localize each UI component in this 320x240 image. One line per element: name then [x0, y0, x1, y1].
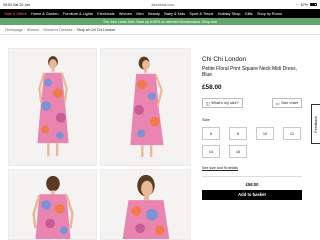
woman-side-illustration	[130, 56, 164, 160]
status-right: ◠ 67%	[296, 3, 317, 7]
size-fit-details-link[interactable]: See size and fit details	[202, 166, 302, 170]
nav-item-baby-kids[interactable]: Baby & Kids	[162, 12, 187, 16]
nav-item-furniture-lights[interactable]: Furniture & Lights	[61, 12, 95, 16]
breadcrumb: Homepage › Women › Women's Dresses › Shop all …	[0, 25, 320, 35]
breadcrumb-separator-icon: ›	[24, 27, 26, 32]
status-bar: 09:50 Sat 20 Jan johnlewis.com ◠ 67%	[0, 0, 320, 9]
woman-front-illustration	[37, 56, 69, 159]
whats-my-size-button[interactable]: ◫ What's my size?	[202, 98, 243, 109]
nav-item-gifts[interactable]: Gifts	[243, 12, 255, 16]
size-option-16[interactable]: 16	[229, 145, 247, 159]
woman-back-illustration	[32, 175, 74, 239]
woman-closeup-illustration	[122, 174, 170, 239]
size-help-row: ◫ What's my size? ▭ Size chart	[202, 98, 302, 109]
size-heading: Size	[202, 117, 210, 123]
nav-item-holiday-shop[interactable]: Holiday Shop	[216, 12, 243, 16]
add-to-basket-button[interactable]: Add to basket	[202, 189, 302, 200]
wifi-icon: ◠	[295, 2, 299, 7]
product-price: £58.00	[202, 84, 222, 92]
size-option-10[interactable]: 10	[256, 127, 274, 141]
basket-price: £58.00	[245, 181, 259, 187]
tape-measure-icon: ◫	[206, 100, 210, 106]
product-info: Chi Chi London Petite Floral Print Squar…	[202, 56, 302, 200]
breadcrumb-item[interactable]: Women	[27, 28, 39, 32]
ruler-icon: ▭	[275, 100, 280, 106]
size-chart-label: Size chart	[281, 101, 298, 106]
breadcrumb-item[interactable]: Women's Dresses	[43, 28, 72, 32]
status-date: Sat 20 Jan	[13, 2, 31, 7]
nav-item-women[interactable]: Women	[117, 12, 134, 16]
product-gallery	[8, 48, 191, 240]
battery-icon	[309, 3, 317, 6]
breadcrumb-separator-icon: ›	[73, 27, 76, 32]
whats-my-size-label: What's my size?	[211, 101, 239, 106]
breadcrumb-item[interactable]: Shop all Chi Chi London	[77, 28, 116, 32]
feedback-label: Feedback	[314, 115, 318, 133]
nav-item-shop-by-room[interactable]: Shop by Room	[255, 12, 285, 16]
nav-item-electricals[interactable]: Electricals	[95, 12, 117, 16]
main-nav: Sale & Offers Home & Garden Furniture & Li…	[0, 9, 320, 18]
promo-banner[interactable]: The John Lewis Sale. Save up to 60% on s…	[0, 18, 320, 25]
product-image-back[interactable]	[8, 169, 97, 240]
nav-item-sport-travel[interactable]: Sport & Travel	[187, 12, 215, 16]
size-option-12[interactable]: 12	[283, 127, 301, 141]
feedback-tab[interactable]: Feedback	[311, 104, 320, 144]
address-bar-url[interactable]: johnlewis.com	[152, 3, 175, 7]
battery-percent: 67%	[300, 2, 308, 7]
breadcrumb-item[interactable]: Homepage	[5, 28, 23, 32]
product-image-side[interactable]	[100, 48, 191, 166]
nav-item-sale-offers[interactable]: Sale & Offers	[2, 12, 29, 16]
brand-name[interactable]: Chi Chi London	[202, 56, 302, 63]
product-image-detail[interactable]	[100, 169, 191, 240]
size-selector: 6 8 10 12 14 16	[202, 127, 302, 159]
nav-item-beauty[interactable]: Beauty	[146, 12, 162, 16]
size-chart-button[interactable]: ▭ Size chart	[271, 98, 302, 109]
size-option-14[interactable]: 14	[202, 145, 220, 159]
size-option-8[interactable]: 8	[229, 127, 247, 141]
size-option-6[interactable]: 6	[202, 127, 220, 141]
status-time: 09:50	[3, 2, 12, 7]
product-image-front[interactable]	[8, 48, 97, 166]
nav-item-men[interactable]: Men	[134, 12, 146, 16]
nav-item-home-garden[interactable]: Home & Garden	[29, 12, 61, 16]
product-title: Petite Floral Print Square Neck Midi Dre…	[202, 65, 298, 78]
status-time-date: 09:50 Sat 20 Jan	[3, 3, 30, 7]
breadcrumb-separator-icon: ›	[40, 27, 42, 32]
